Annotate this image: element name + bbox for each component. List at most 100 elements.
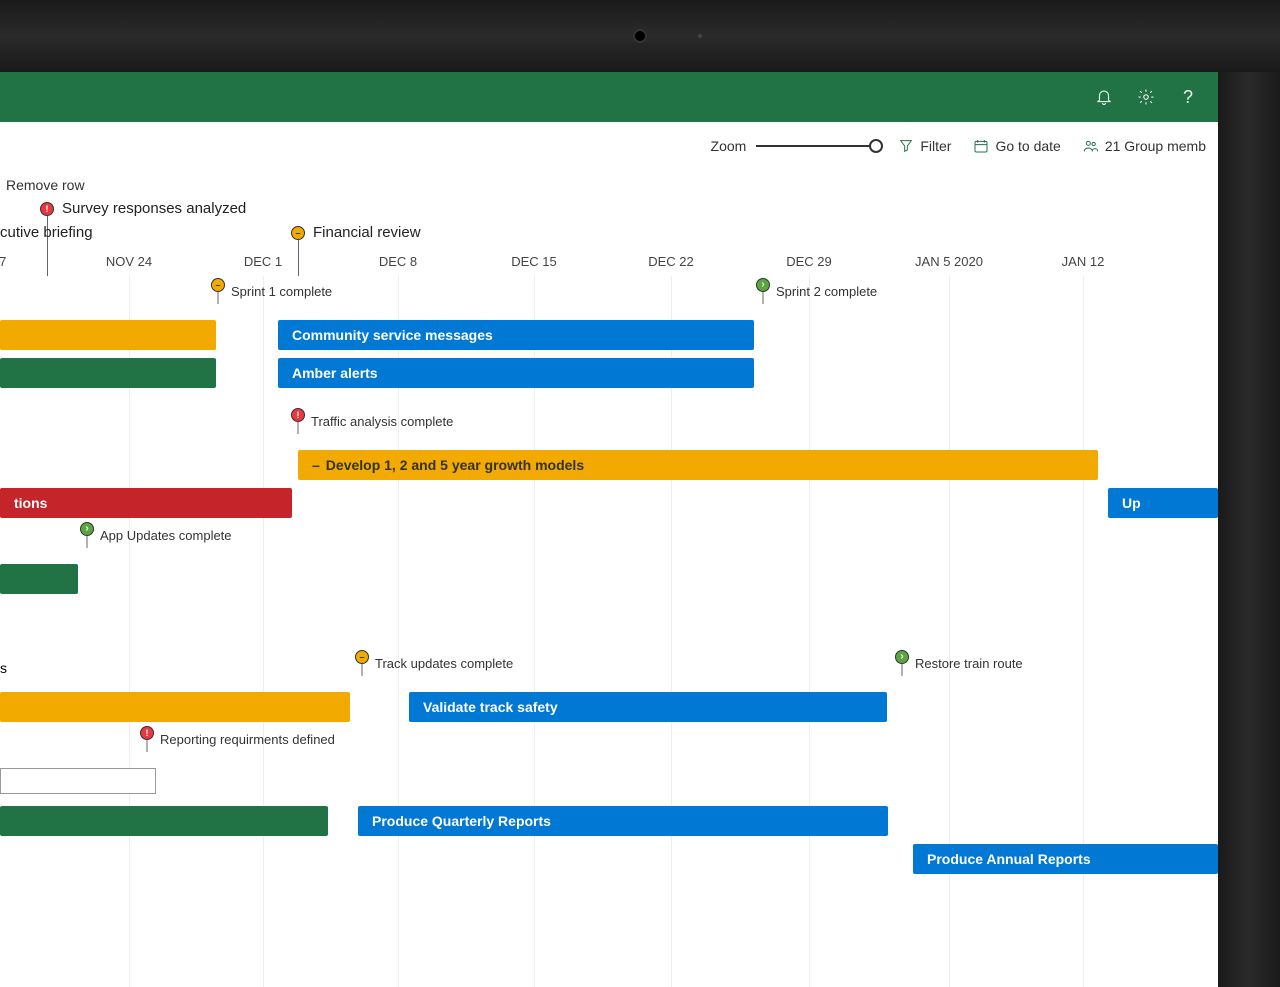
milestone-reporting[interactable]: Reporting requirments defined (140, 726, 335, 747)
task-row: – Develop 1, 2 and 5 year growth models (0, 446, 1218, 484)
zoom-track (756, 145, 876, 147)
app-window: ? Zoom Filter Go to date 21 Group memb R… (0, 72, 1218, 987)
axis-tick: DEC 22 (648, 254, 694, 269)
task-row (0, 560, 1218, 598)
task-bar-validate[interactable]: Validate track safety (409, 692, 887, 722)
collapse-icon[interactable]: – (312, 457, 320, 473)
filter-button[interactable]: Filter (898, 138, 951, 154)
pin-orange-icon (211, 278, 225, 292)
milestone-label: Track updates complete (375, 650, 513, 671)
task-row: Produce Annual Reports (0, 840, 1218, 878)
calendar-icon (973, 138, 989, 154)
row-gap (0, 598, 1218, 650)
settings-button[interactable] (1136, 87, 1156, 107)
task-bar[interactable] (0, 320, 216, 350)
pin-red-icon (140, 726, 154, 740)
sub-toolbar: Remove row (0, 170, 1218, 200)
axis-tick: DEC 15 (511, 254, 557, 269)
task-bar-community[interactable]: Community service messages (278, 320, 754, 350)
camera-icon (633, 29, 647, 43)
task-bar[interactable] (0, 692, 350, 722)
goto-date-label: Go to date (995, 138, 1060, 154)
zoom-thumb[interactable] (869, 139, 883, 153)
annotation-label: cutive briefing (0, 224, 93, 241)
notifications-button[interactable] (1094, 87, 1114, 107)
timeline-view[interactable]: ! Survey responses analyzed cutive brief… (0, 200, 1218, 987)
axis-tick: NOV 24 (106, 254, 152, 269)
question-icon: ? (1183, 87, 1193, 108)
milestone-label: Sprint 2 complete (776, 278, 877, 299)
filter-icon (898, 138, 914, 154)
task-bar-amber[interactable]: Amber alerts (278, 358, 754, 388)
bell-icon (1095, 88, 1113, 106)
goto-date-button[interactable]: Go to date (973, 138, 1060, 154)
pin-red-icon (291, 408, 305, 422)
pin-red-icon: ! (40, 202, 54, 216)
axis-tick: JAN 5 2020 (915, 254, 983, 269)
annotation-label: Financial review (313, 224, 421, 241)
milestone-traffic[interactable]: Traffic analysis complete (291, 408, 453, 429)
task-row: Validate track safety (0, 688, 1218, 726)
axis-tick: DEC 1 (244, 254, 282, 269)
group-members-label: 21 Group memb (1105, 138, 1206, 154)
remove-row-button[interactable]: Remove row (6, 177, 85, 193)
milestone-row: App Updates complete (0, 522, 1218, 560)
title-bar: ? (0, 72, 1218, 122)
axis-tick: DEC 8 (379, 254, 417, 269)
task-bar[interactable] (0, 564, 78, 594)
pin-green-icon (80, 522, 94, 536)
task-row: Produce Quarterly Reports (0, 802, 1218, 840)
row-gap (0, 392, 1218, 408)
milestone-row: Track updates complete Restore train rou… (0, 650, 1218, 688)
axis-tick: V 17 (0, 254, 6, 269)
zoom-slider[interactable] (756, 136, 876, 156)
people-icon (1083, 138, 1099, 154)
task-row: Community service messages (0, 316, 1218, 354)
milestone-label: Traffic analysis complete (311, 408, 453, 429)
pin-green-icon (756, 278, 770, 292)
zoom-control[interactable]: Zoom (711, 136, 877, 156)
task-row (0, 764, 1218, 802)
milestone-label: Reporting requirments defined (160, 726, 335, 747)
pin-orange-icon: – (291, 226, 305, 240)
task-bar-quarterly[interactable]: Produce Quarterly Reports (358, 806, 888, 836)
pin-orange-icon (355, 650, 369, 664)
milestone-row: Sprint 1 complete Sprint 2 complete (0, 278, 1218, 316)
task-row: Amber alerts (0, 354, 1218, 392)
milestone-sprint1[interactable]: Sprint 1 complete (211, 278, 332, 299)
milestone-row: Reporting requirments defined (0, 726, 1218, 764)
milestone-appupdates[interactable]: App Updates complete (80, 522, 232, 543)
task-bar-annual[interactable]: Produce Annual Reports (913, 844, 1218, 874)
task-bar-up[interactable]: Up (1108, 488, 1218, 518)
milestone-label: Restore train route (915, 650, 1023, 671)
inline-edit-input[interactable] (0, 768, 156, 794)
task-bar[interactable] (0, 358, 216, 388)
milestone-trackupdates[interactable]: Track updates complete (355, 650, 513, 671)
milestone-label: Sprint 1 complete (231, 278, 332, 299)
filter-label: Filter (920, 138, 951, 154)
gear-icon (1137, 88, 1155, 106)
annotation-row: ! Survey responses analyzed cutive brief… (0, 200, 1218, 254)
task-bar-growth[interactable]: – Develop 1, 2 and 5 year growth models (298, 450, 1098, 480)
task-bar-tions[interactable]: tions (0, 488, 292, 518)
truncated-text: s (0, 660, 7, 676)
annotation-label: Survey responses analyzed (62, 200, 246, 217)
axis-tick: DEC 29 (786, 254, 832, 269)
milestone-sprint2[interactable]: Sprint 2 complete (756, 278, 877, 299)
help-button[interactable]: ? (1178, 87, 1198, 107)
toolbar: Zoom Filter Go to date 21 Group memb (0, 122, 1218, 170)
milestone-restoretrain[interactable]: Restore train route (895, 650, 1023, 671)
timeline-rows: Sprint 1 complete Sprint 2 complete Comm… (0, 278, 1218, 987)
annotation-survey[interactable]: ! Survey responses analyzed (40, 200, 246, 217)
milestone-row: Traffic analysis complete (0, 408, 1218, 446)
zoom-label: Zoom (711, 138, 747, 154)
axis-tick: JAN 12 (1062, 254, 1105, 269)
task-bar[interactable] (0, 806, 328, 836)
annotation-briefing[interactable]: cutive briefing (0, 224, 93, 241)
time-axis: V 17 NOV 24 DEC 1 DEC 8 DEC 15 DEC 22 DE… (0, 254, 1218, 274)
camera-sensor-icon (698, 34, 702, 38)
milestone-label: App Updates complete (100, 522, 232, 543)
group-members-button[interactable]: 21 Group memb (1083, 138, 1206, 154)
annotation-financial[interactable]: – Financial review (291, 224, 421, 241)
task-row: tions Up (0, 484, 1218, 522)
